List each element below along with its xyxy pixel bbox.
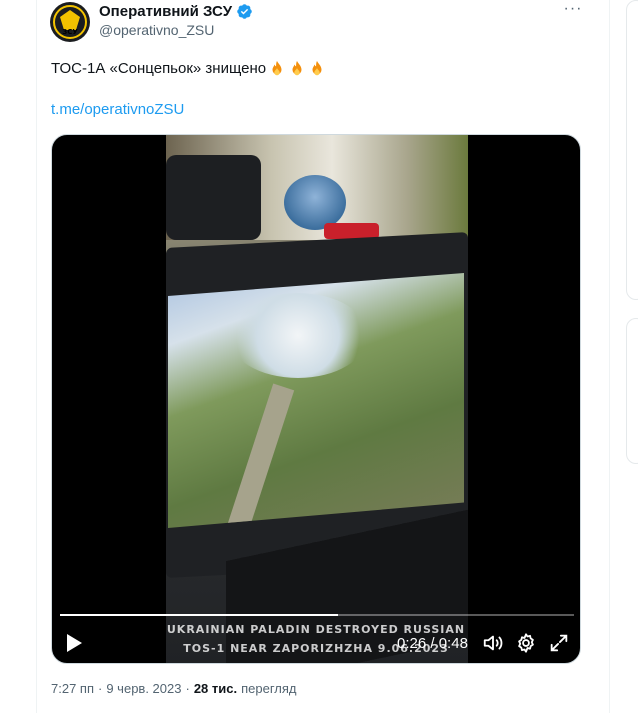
video-laptop-screen xyxy=(168,273,464,528)
more-options-icon[interactable]: ··· xyxy=(562,0,584,22)
play-icon[interactable] xyxy=(65,633,83,653)
tweet-body: ТОС-1А «Сонцепьок» знищено xyxy=(51,60,267,77)
telegram-link[interactable]: t.me/operativnoZSU xyxy=(51,101,184,118)
gear-icon[interactable] xyxy=(515,632,537,654)
tweet-meta: 7:27 пп · 9 черв. 2023 · 28 тис. перегля… xyxy=(51,681,297,696)
fullscreen-icon[interactable] xyxy=(548,632,570,654)
right-sidebar-card xyxy=(626,318,638,464)
video-time-separator: / xyxy=(426,635,439,652)
fire-emoji-icon xyxy=(312,60,322,76)
video-progress-fill xyxy=(60,614,338,616)
video-explosion xyxy=(228,293,368,378)
views-count: 28 тис. xyxy=(193,681,238,696)
verified-badge-icon[interactable] xyxy=(236,3,253,20)
fire-emoji-icon xyxy=(272,60,282,76)
video-player[interactable]: UKRAINIAN PALADIN DESTROYED RUSSIAN TOS-… xyxy=(51,134,581,664)
tweet-text: ТОС-1А «Сонцепьок» знищено xyxy=(51,59,326,79)
video-progress-bar[interactable] xyxy=(60,614,574,616)
author-name-row[interactable]: Оперативний ЗСУ xyxy=(99,3,253,20)
video-toy xyxy=(284,175,346,230)
fire-emoji-group xyxy=(268,60,326,78)
avatar-text: ЗСУ xyxy=(62,28,78,36)
video-road xyxy=(223,383,295,528)
meta-separator: · xyxy=(98,681,103,696)
video-timecode: 0:26 / 0:48 xyxy=(397,635,468,652)
tweet-date[interactable]: 9 черв. 2023 xyxy=(106,681,181,696)
video-frame[interactable] xyxy=(166,135,468,663)
avatar[interactable]: ЗСУ xyxy=(50,2,90,42)
tweet-time[interactable]: 7:27 пп xyxy=(51,681,94,696)
video-current-time: 0:26 xyxy=(397,635,427,652)
volume-icon[interactable] xyxy=(482,632,504,654)
meta-separator: · xyxy=(185,681,190,696)
video-duration: 0:48 xyxy=(438,635,468,652)
author-display-name[interactable]: Оперативний ЗСУ xyxy=(99,3,232,20)
fire-emoji-icon xyxy=(292,60,302,76)
video-bag xyxy=(166,155,261,240)
author-handle[interactable]: @operativno_ZSU xyxy=(99,22,214,38)
right-sidebar-card xyxy=(626,0,638,300)
views-label: перегляд xyxy=(241,681,297,696)
